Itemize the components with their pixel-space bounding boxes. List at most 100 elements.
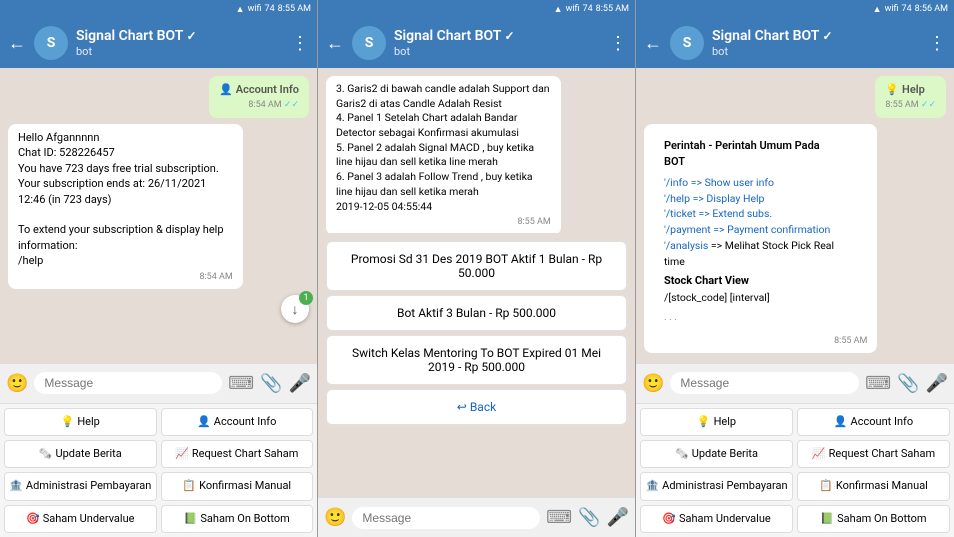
bottom-buttons-1: 💡Help 👤Account Info 🗞️Update Berita 📈Req… bbox=[0, 403, 317, 537]
help-line-3: '/ticket => Extend subs. bbox=[664, 206, 836, 222]
status-icons-2: ▲ wifi 74 8:55 AM bbox=[554, 4, 629, 15]
bottom-buttons-3: 💡Help 👤Account Info 🗞️Update Berita 📈Req… bbox=[636, 403, 954, 537]
back-option[interactable]: ↩ Back bbox=[326, 389, 627, 425]
news-icon-1: 🗞️ bbox=[39, 447, 53, 461]
panel-1: ▲ wifi 74 8:55 AM ← S Signal Chart BOT ✓… bbox=[0, 0, 318, 537]
konfirmasi-icon-3: 📋 bbox=[819, 479, 833, 493]
keyboard-btn-3[interactable]: ⌨ bbox=[865, 373, 891, 394]
input-bar-3: 🙂 ⌨ 📎 🎤 bbox=[636, 363, 954, 403]
saham-bottom-icon-1: 📗 bbox=[184, 512, 198, 526]
signal-icon: ▲ bbox=[236, 4, 245, 15]
btn-account-3[interactable]: 👤Account Info bbox=[797, 408, 950, 436]
btn-konfirmasi-1[interactable]: 📋Konfirmasi Manual bbox=[161, 472, 314, 500]
btn-help-3[interactable]: 💡Help bbox=[640, 408, 793, 436]
btn-saham-bottom-1[interactable]: 📗Saham On Bottom bbox=[161, 505, 314, 533]
msg-garis-received: 3. Garis2 di bawah candle adalah Support… bbox=[326, 76, 561, 233]
scroll-down-btn-1[interactable]: ↓ 1 bbox=[281, 295, 309, 323]
msg-meta-help-received: 8:55 AM bbox=[654, 335, 867, 348]
help-line-5: '/analysis => Melihat Stock Pick Real ti… bbox=[664, 238, 836, 270]
payment-option-2[interactable]: Bot Aktif 3 Bulan - Rp 500.000 bbox=[326, 295, 627, 331]
emoji-btn-1[interactable]: 🙂 bbox=[6, 373, 28, 394]
panel-2: ▲ wifi 74 8:55 AM ← S Signal Chart BOT ✓… bbox=[318, 0, 636, 537]
msg-help-sent: 💡 Help 8:55 AM ✓✓ bbox=[875, 76, 946, 118]
saham-bottom-icon-3: 📗 bbox=[820, 512, 834, 526]
help-ellipsis: . . . bbox=[664, 310, 836, 325]
btn-update-3[interactable]: 🗞️Update Berita bbox=[640, 440, 793, 468]
back-button-2[interactable]: ← bbox=[326, 33, 344, 54]
keyboard-btn-2[interactable]: ⌨ bbox=[546, 507, 572, 528]
payment-option-3[interactable]: Switch Kelas Mentoring To BOT Expired 01… bbox=[326, 335, 627, 385]
btn-konfirmasi-3[interactable]: 📋Konfirmasi Manual bbox=[797, 472, 950, 500]
status-bar-1: ▲ wifi 74 8:55 AM bbox=[0, 0, 317, 18]
keyboard-btn-1[interactable]: ⌨ bbox=[228, 373, 254, 394]
mic-btn-2[interactable]: 🎤 bbox=[607, 507, 629, 528]
menu-dots-1[interactable]: ⋮ bbox=[291, 33, 309, 54]
konfirmasi-icon-1: 📋 bbox=[182, 479, 196, 493]
msg-account-info-sent: 👤 Account Info 8:54 AM ✓✓ bbox=[209, 76, 309, 118]
emoji-btn-3[interactable]: 🙂 bbox=[642, 373, 664, 394]
mic-btn-3[interactable]: 🎤 bbox=[926, 373, 948, 394]
msg-help-received: Perintah - Perintah Umum Pada BOT '/info… bbox=[644, 124, 877, 353]
help-section2-title: Stock Chart View bbox=[664, 273, 836, 290]
btn-admin-3[interactable]: 🏦Administrasi Pembayaran bbox=[640, 472, 793, 500]
mic-btn-1[interactable]: 🎤 bbox=[289, 373, 311, 394]
status-icons-3: ▲ wifi 74 8:56 AM bbox=[873, 4, 948, 15]
help-icon-1: 💡 bbox=[61, 415, 75, 429]
saham-icon-3: 🎯 bbox=[662, 512, 676, 526]
msg-body-hello: Hello Afgannnnn Chat ID: 528226457 You h… bbox=[18, 130, 233, 269]
help-content: Perintah - Perintah Umum Pada BOT '/info… bbox=[654, 130, 846, 333]
bot-sub-2: bot bbox=[394, 45, 601, 58]
menu-dots-3[interactable]: ⋮ bbox=[928, 33, 946, 54]
account-icon-3: 👤 bbox=[834, 415, 848, 429]
chat-area-2: 3. Garis2 di bawah candle adalah Support… bbox=[318, 68, 635, 233]
menu-dots-2[interactable]: ⋮ bbox=[609, 33, 627, 54]
chat-area-3: 💡 Help 8:55 AM ✓✓ Perintah - Perintah Um… bbox=[636, 68, 954, 363]
title-area-3: Signal Chart BOT ✓ bot bbox=[712, 28, 920, 58]
wifi-icon-3: wifi bbox=[885, 4, 899, 14]
msg-meta-garis: 8:55 AM bbox=[336, 216, 551, 229]
signal-icon-3: ▲ bbox=[873, 4, 882, 15]
scroll-badge-1: 1 bbox=[299, 291, 313, 305]
attach-btn-2[interactable]: 📎 bbox=[578, 507, 600, 528]
account-icon-1: 👤 bbox=[197, 415, 211, 429]
message-input-1[interactable] bbox=[34, 372, 222, 394]
check-icon-3: ✓✓ bbox=[921, 100, 936, 110]
verified-icon-3: ✓ bbox=[823, 29, 833, 43]
back-button-1[interactable]: ← bbox=[8, 33, 26, 54]
status-bar-2: ▲ wifi 74 8:55 AM bbox=[318, 0, 635, 18]
btn-saham-bottom-3[interactable]: 📗Saham On Bottom bbox=[797, 505, 950, 533]
btn-help-1[interactable]: 💡Help bbox=[4, 408, 157, 436]
btn-chart-3[interactable]: 📈Request Chart Saham bbox=[797, 440, 950, 468]
attach-btn-1[interactable]: 📎 bbox=[260, 373, 282, 394]
chat-area-1: 👤 Account Info 8:54 AM ✓✓ Hello Afgannnn… bbox=[0, 68, 317, 363]
wifi-icon-2: wifi bbox=[566, 4, 580, 14]
status-bar-3: ▲ wifi 74 8:56 AM bbox=[636, 0, 954, 18]
signal-icon-2: ▲ bbox=[554, 4, 563, 15]
battery-icon-2: 74 bbox=[583, 4, 593, 14]
title-area-1: Signal Chart BOT ✓ bot bbox=[76, 28, 283, 58]
btn-account-1[interactable]: 👤Account Info bbox=[161, 408, 314, 436]
attach-btn-3[interactable]: 📎 bbox=[897, 373, 919, 394]
status-icons-1: ▲ wifi 74 8:55 AM bbox=[236, 4, 311, 15]
back-button-3[interactable]: ← bbox=[644, 33, 662, 54]
btn-saham-under-1[interactable]: 🎯Saham Undervalue bbox=[4, 505, 157, 533]
news-icon-3: 🗞️ bbox=[675, 447, 689, 461]
msg-body-garis: 3. Garis2 di bawah candle adalah Support… bbox=[336, 82, 551, 214]
wifi-icon: wifi bbox=[248, 4, 262, 14]
emoji-btn-2[interactable]: 🙂 bbox=[324, 507, 346, 528]
msg-header-help: 💡 Help bbox=[885, 82, 936, 97]
payment-option-1[interactable]: Promosi Sd 31 Des 2019 BOT Aktif 1 Bulan… bbox=[326, 241, 627, 291]
message-input-3[interactable] bbox=[670, 372, 859, 394]
btn-saham-under-3[interactable]: 🎯Saham Undervalue bbox=[640, 505, 793, 533]
btn-chart-1[interactable]: 📈Request Chart Saham bbox=[161, 440, 314, 468]
help-icon-sent: 💡 bbox=[885, 82, 899, 97]
btn-update-1[interactable]: 🗞️Update Berita bbox=[4, 440, 157, 468]
chart-icon-1: 📈 bbox=[175, 447, 189, 461]
btn-admin-1[interactable]: 🏦Administrasi Pembayaran bbox=[4, 472, 157, 500]
avatar-1: S bbox=[34, 26, 68, 60]
battery-icon-3: 74 bbox=[902, 4, 912, 14]
panel-3: ▲ wifi 74 8:56 AM ← S Signal Chart BOT ✓… bbox=[636, 0, 954, 537]
message-input-2[interactable] bbox=[352, 507, 540, 529]
help-line-2: '/help => Display Help bbox=[664, 191, 836, 207]
bot-name-2: Signal Chart BOT ✓ bbox=[394, 28, 601, 45]
